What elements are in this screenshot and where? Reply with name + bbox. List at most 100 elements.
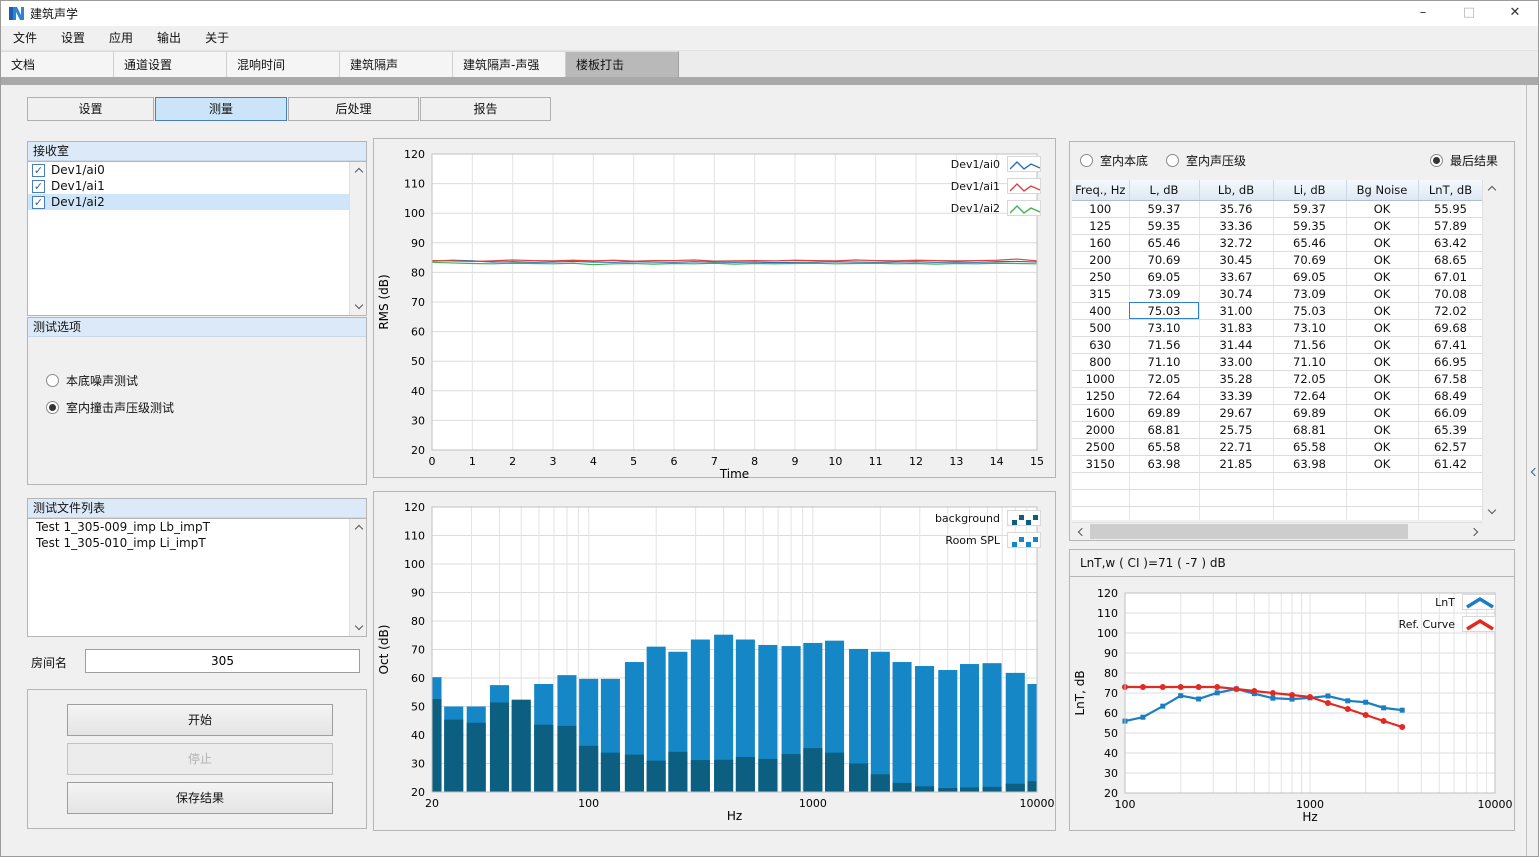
table-cell[interactable]: 59.35 — [1273, 217, 1346, 234]
table-cell[interactable] — [1199, 506, 1273, 520]
table-cell[interactable]: 68.49 — [1418, 387, 1483, 404]
table-cell[interactable]: 69.89 — [1129, 404, 1199, 421]
side-splitter[interactable] — [1526, 85, 1539, 857]
tab-channel-settings[interactable]: 通道设置 — [114, 51, 227, 77]
result-radio-1[interactable]: 室内声压级 — [1166, 152, 1246, 169]
radio-icon[interactable] — [1080, 154, 1093, 167]
tab-floor-impact[interactable]: 楼板打击 — [566, 51, 679, 77]
table-cell[interactable]: 69.05 — [1273, 268, 1346, 285]
table-cell[interactable]: 69.89 — [1273, 404, 1346, 421]
table-col-header[interactable]: Li, dB — [1273, 180, 1346, 200]
table-cell[interactable] — [1072, 506, 1129, 520]
table-cell[interactable]: 65.46 — [1273, 234, 1346, 251]
table-cell[interactable]: 65.39 — [1418, 421, 1483, 438]
table-cell[interactable]: OK — [1346, 217, 1418, 234]
table-hscrollbar[interactable] — [1072, 522, 1483, 539]
table-cell[interactable]: 70.69 — [1273, 251, 1346, 268]
scroll-right-icon[interactable] — [1469, 527, 1477, 535]
table-cell[interactable]: 61.42 — [1418, 455, 1483, 472]
table-cell[interactable]: 65.58 — [1129, 438, 1199, 455]
table-cell[interactable] — [1418, 506, 1483, 520]
table-cell[interactable] — [1199, 472, 1273, 489]
table-cell[interactable]: 2000 — [1072, 421, 1129, 438]
maximize-button[interactable]: □ — [1446, 1, 1492, 26]
table-cell[interactable]: OK — [1346, 268, 1418, 285]
table-cell[interactable]: 630 — [1072, 336, 1129, 353]
table-cell[interactable]: 315 — [1072, 285, 1129, 302]
result-radio-2[interactable]: 最后结果 — [1430, 152, 1498, 169]
table-cell[interactable]: 59.37 — [1129, 200, 1199, 217]
table-cell[interactable]: OK — [1346, 353, 1418, 370]
receiver-item[interactable]: ✓Dev1/ai0 — [28, 162, 366, 178]
table-cell[interactable]: 63.98 — [1273, 455, 1346, 472]
scroll-down-icon[interactable] — [354, 622, 362, 630]
test-option[interactable]: 本底噪声测试 — [46, 367, 366, 394]
table-cell[interactable]: 67.01 — [1418, 268, 1483, 285]
menu-about[interactable]: 关于 — [193, 26, 241, 51]
table-cell[interactable]: 67.41 — [1418, 336, 1483, 353]
minimize-button[interactable]: – — [1400, 1, 1446, 26]
scroll-left-icon[interactable] — [1077, 527, 1085, 535]
table-cell[interactable]: 73.09 — [1129, 285, 1199, 302]
table-cell[interactable]: 800 — [1072, 353, 1129, 370]
test-option[interactable]: 室内撞击声压级测试 — [46, 394, 366, 421]
subtab-report[interactable]: 报告 — [420, 97, 551, 121]
table-cell[interactable]: 31.83 — [1199, 319, 1273, 336]
table-cell[interactable] — [1072, 472, 1129, 489]
table-cell[interactable]: 400 — [1072, 302, 1129, 319]
radio-icon[interactable] — [46, 401, 59, 414]
table-cell[interactable] — [1346, 506, 1418, 520]
table-cell[interactable]: 65.46 — [1129, 234, 1199, 251]
table-cell[interactable]: 75.03 — [1129, 302, 1199, 319]
table-vscrollbar[interactable] — [1482, 180, 1499, 520]
table-cell[interactable]: OK — [1346, 387, 1418, 404]
scroll-down-icon[interactable] — [1487, 506, 1495, 514]
table-cell[interactable]: 72.05 — [1129, 370, 1199, 387]
table-cell[interactable]: 30.74 — [1199, 285, 1273, 302]
table-cell[interactable] — [1346, 489, 1418, 506]
table-cell[interactable]: 71.10 — [1273, 353, 1346, 370]
table-cell[interactable] — [1129, 506, 1199, 520]
table-cell[interactable]: 32.72 — [1199, 234, 1273, 251]
table-cell[interactable]: 73.10 — [1273, 319, 1346, 336]
scroll-up-icon[interactable] — [354, 525, 362, 533]
table-cell[interactable]: 63.98 — [1129, 455, 1199, 472]
table-cell[interactable] — [1418, 489, 1483, 506]
receiver-item[interactable]: ✓Dev1/ai2 — [28, 194, 366, 210]
table-cell[interactable]: 71.10 — [1129, 353, 1199, 370]
radio-icon[interactable] — [1166, 154, 1179, 167]
table-cell[interactable]: 1600 — [1072, 404, 1129, 421]
tab-document[interactable]: 文档 — [1, 51, 114, 77]
table-cell[interactable]: OK — [1346, 370, 1418, 387]
table-cell[interactable]: 75.03 — [1273, 302, 1346, 319]
test-file-item[interactable]: Test 1_305-010_imp Li_impT — [28, 535, 366, 551]
tab-building-insulation[interactable]: 建筑隔声 — [340, 51, 453, 77]
table-cell[interactable]: 62.57 — [1418, 438, 1483, 455]
table-cell[interactable]: 63.42 — [1418, 234, 1483, 251]
table-cell[interactable]: 66.95 — [1418, 353, 1483, 370]
table-cell[interactable]: 25.75 — [1199, 421, 1273, 438]
subtab-setup[interactable]: 设置 — [27, 97, 154, 121]
table-cell[interactable]: 69.68 — [1418, 319, 1483, 336]
table-cell[interactable]: 31.44 — [1199, 336, 1273, 353]
table-cell[interactable]: OK — [1346, 302, 1418, 319]
table-cell[interactable] — [1346, 472, 1418, 489]
table-cell[interactable]: 3150 — [1072, 455, 1129, 472]
table-cell[interactable] — [1129, 472, 1199, 489]
table-cell[interactable] — [1129, 489, 1199, 506]
table-cell[interactable]: 30.45 — [1199, 251, 1273, 268]
table-cell[interactable]: 73.09 — [1273, 285, 1346, 302]
table-col-header[interactable]: Freq., Hz — [1072, 180, 1129, 200]
table-col-header[interactable]: Lb, dB — [1199, 180, 1273, 200]
close-button[interactable]: ✕ — [1492, 1, 1538, 26]
table-cell[interactable]: 33.39 — [1199, 387, 1273, 404]
table-cell[interactable]: 71.56 — [1129, 336, 1199, 353]
menu-apply[interactable]: 应用 — [97, 26, 145, 51]
table-cell[interactable]: OK — [1346, 234, 1418, 251]
table-cell[interactable]: OK — [1346, 319, 1418, 336]
table-cell[interactable]: 2500 — [1072, 438, 1129, 455]
table-cell[interactable]: 57.89 — [1418, 217, 1483, 234]
table-cell[interactable]: OK — [1346, 285, 1418, 302]
save-results-button[interactable]: 保存结果 — [67, 782, 333, 814]
table-cell[interactable] — [1273, 489, 1346, 506]
